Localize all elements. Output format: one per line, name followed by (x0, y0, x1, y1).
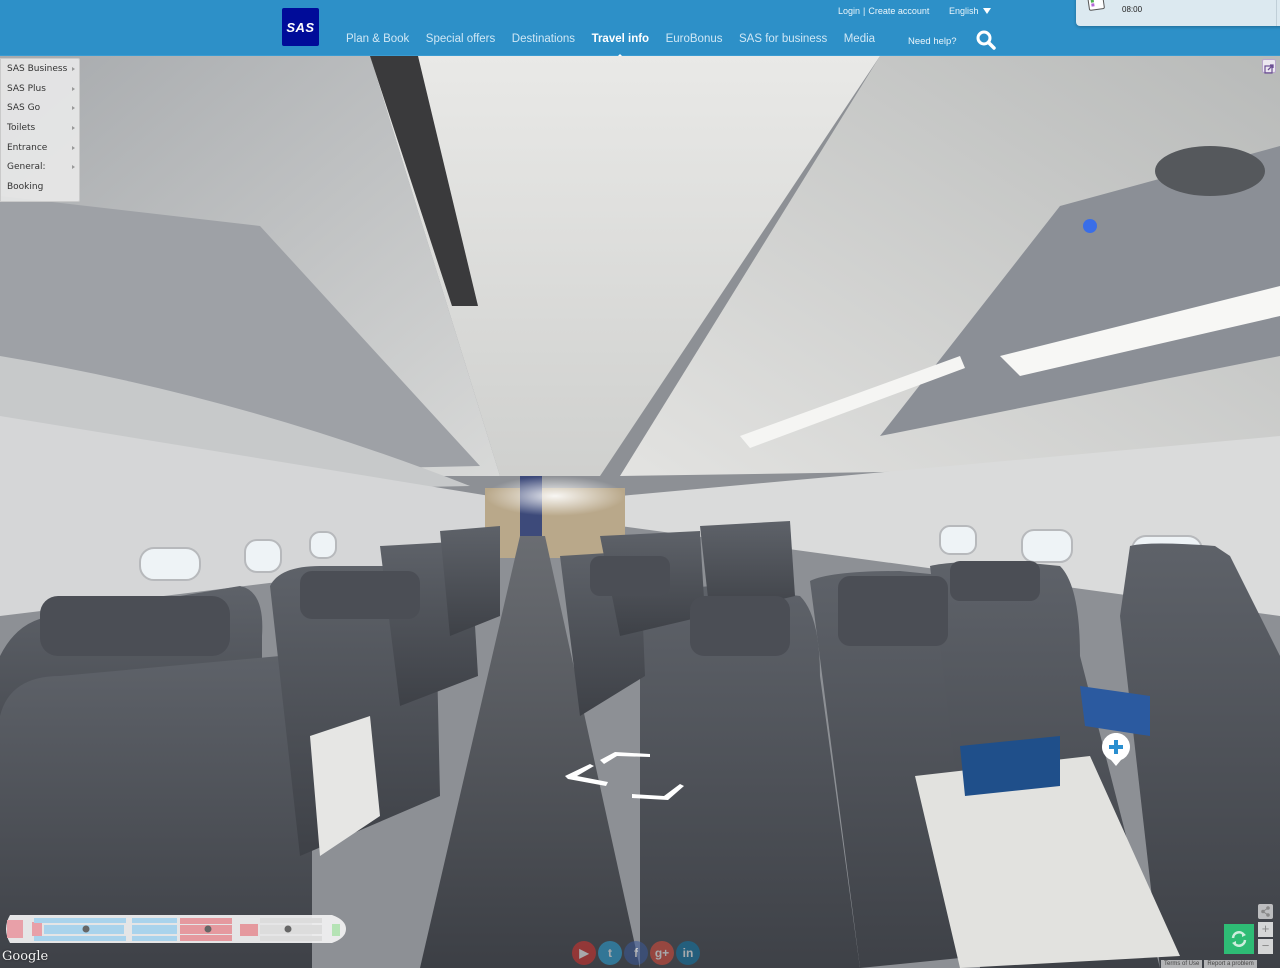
menu-item-label: Booking (7, 182, 44, 193)
search-icon (976, 30, 996, 50)
notification-toast[interactable]: 08:00 (1076, 0, 1280, 26)
menu-item-label: General: (7, 162, 46, 173)
language-selector[interactable]: English (949, 6, 991, 16)
zoom-in-button[interactable]: + (1258, 922, 1273, 937)
menu-item-booking[interactable]: Booking (1, 179, 79, 199)
menu-item-sas-go[interactable]: SAS Go (1, 100, 79, 120)
zoom-out-button[interactable]: − (1258, 939, 1273, 954)
seat-map[interactable] (2, 910, 346, 948)
twitter-icon[interactable]: t (598, 941, 622, 965)
nav-special-offers[interactable]: Special offers (426, 33, 495, 45)
site-header: SAS Plan & Book Special offers Destinati… (0, 0, 1280, 59)
google-plus-icon[interactable]: g+ (650, 941, 674, 965)
share-icon (1261, 906, 1270, 917)
share-button[interactable] (1258, 904, 1273, 919)
nav-travel-info[interactable]: Travel info (592, 33, 649, 59)
notification-time: 08:00 (1122, 5, 1143, 14)
arrow-forward-icon (600, 752, 650, 764)
refresh-icon (1231, 931, 1247, 947)
arrow-left-icon (565, 764, 608, 786)
nav-media[interactable]: Media (844, 33, 875, 45)
menu-item-label: Toilets (7, 123, 36, 134)
panorama-viewer[interactable]: SAS Business SAS Plus SAS Go Toilets Ent… (0, 56, 1280, 968)
move-forward-arrows[interactable] (560, 746, 690, 806)
map-footer-links: Terms of Use Report a problem (1161, 960, 1257, 968)
menu-item-label: Entrance (7, 142, 48, 153)
social-share-bar: ▶ t f g+ in (572, 941, 700, 965)
need-help-link[interactable]: Need help? (908, 36, 957, 47)
submenu-arrow-icon (72, 67, 75, 71)
link-separator: | (863, 6, 866, 16)
nav-plan-book[interactable]: Plan & Book (346, 33, 409, 45)
submenu-arrow-icon (72, 165, 75, 170)
report-problem-link[interactable]: Report a problem (1204, 960, 1257, 968)
account-links: Login | Create account (838, 6, 929, 16)
menu-item-toilets[interactable]: Toilets (1, 120, 79, 140)
cabin-tour-menu: SAS Business SAS Plus SAS Go Toilets Ent… (0, 58, 80, 202)
seat-map-cabin-sas-go-front (34, 918, 177, 941)
seat-map-marker[interactable] (204, 925, 212, 933)
submenu-arrow-icon (72, 106, 75, 111)
nav-destinations[interactable]: Destinations (512, 33, 575, 45)
facebook-icon[interactable]: f (624, 941, 648, 965)
menu-item-sas-plus[interactable]: SAS Plus (1, 81, 79, 101)
menu-item-entrance[interactable]: Entrance (1, 140, 79, 160)
create-account-link[interactable]: Create account (868, 6, 929, 16)
login-link[interactable]: Login (838, 6, 860, 16)
submenu-arrow-icon (72, 86, 75, 91)
submenu-arrow-icon (72, 126, 75, 131)
google-logo: Google (2, 949, 49, 964)
linkedin-icon[interactable]: in (676, 941, 700, 965)
search-button[interactable] (975, 29, 997, 51)
notes-app-icon (1086, 0, 1106, 12)
info-hotspot[interactable] (1101, 733, 1131, 767)
toast-divider (1276, 0, 1277, 26)
external-link-icon (1264, 64, 1274, 74)
caret-down-icon (982, 8, 991, 14)
menu-item-label: SAS Plus (7, 83, 46, 94)
arrow-right-icon (632, 784, 684, 800)
language-label: English (949, 6, 979, 16)
menu-item-label: SAS Go (7, 103, 41, 114)
terms-of-use-link[interactable]: Terms of Use (1161, 960, 1203, 968)
seat-map-marker[interactable] (82, 925, 90, 933)
menu-item-general[interactable]: General: (1, 159, 79, 179)
seat-map-marker[interactable] (284, 925, 292, 933)
nav-sas-for-business[interactable]: SAS for business (739, 33, 827, 45)
sas-logo[interactable]: SAS (282, 8, 319, 46)
cabin-panorama-image[interactable] (0, 56, 1280, 968)
main-nav: Plan & Book Special offers Destinations … (346, 33, 892, 59)
menu-item-sas-business[interactable]: SAS Business (1, 61, 79, 81)
menu-item-label: SAS Business (7, 64, 68, 74)
submenu-arrow-icon (72, 145, 75, 150)
nav-eurobonus[interactable]: EuroBonus (666, 33, 723, 45)
refresh-view-button[interactable] (1224, 924, 1254, 954)
youtube-icon[interactable]: ▶ (572, 941, 596, 965)
open-external-button[interactable] (1262, 59, 1276, 74)
